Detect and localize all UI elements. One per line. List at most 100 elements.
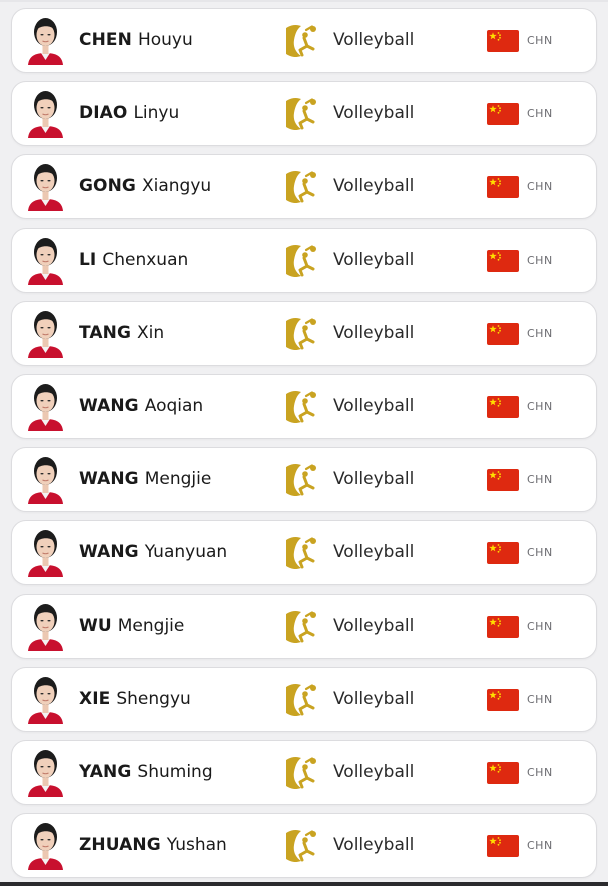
athlete-portrait-icon bbox=[27, 528, 64, 578]
top-edge bbox=[0, 0, 608, 2]
volleyball-pictogram-icon bbox=[286, 756, 318, 790]
athlete-name: DIAO Linyu bbox=[79, 82, 179, 145]
athlete-given-name: Aoqian bbox=[144, 395, 204, 416]
volleyball-pictogram-icon bbox=[286, 536, 318, 570]
athlete-card[interactable]: LI Chenxuan Volleyball CHN bbox=[11, 227, 597, 293]
volleyball-pictogram-icon bbox=[286, 390, 318, 424]
sport-label: Volleyball bbox=[333, 322, 415, 343]
athlete-given-name: Xin bbox=[137, 322, 165, 343]
sport-label: Volleyball bbox=[333, 615, 415, 636]
sport-label: Volleyball bbox=[333, 542, 415, 563]
athlete-card[interactable]: YANG Shuming Volleyball CHN bbox=[11, 739, 597, 805]
sport-label: Volleyball bbox=[333, 469, 415, 490]
athlete-card[interactable]: XIE Shengyu Volleyball CHN bbox=[11, 666, 597, 732]
athlete-name: WANG Mengjie bbox=[79, 448, 211, 511]
athlete-card[interactable]: WANG Yuanyuan Volleyball CHN bbox=[11, 520, 597, 586]
athlete-name: CHEN Houyu bbox=[79, 9, 193, 72]
noc-code: CHN bbox=[527, 107, 553, 121]
china-flag-icon bbox=[487, 30, 519, 52]
athlete-portrait-icon bbox=[27, 821, 64, 871]
athlete-surname: TANG bbox=[79, 322, 132, 343]
noc-code: CHN bbox=[527, 839, 553, 853]
athlete-given-name: Houyu bbox=[137, 30, 193, 50]
china-flag-icon bbox=[487, 176, 519, 199]
volleyball-pictogram-icon bbox=[286, 683, 318, 717]
volleyball-pictogram-icon bbox=[286, 24, 318, 58]
volleyball-pictogram-icon bbox=[286, 170, 318, 204]
volleyball-pictogram-icon bbox=[286, 244, 318, 278]
athlete-portrait-icon bbox=[27, 236, 64, 285]
sport-label: Volleyball bbox=[333, 30, 415, 50]
athlete-surname: WU bbox=[79, 615, 112, 636]
athlete-name: GONG Xiangyu bbox=[79, 155, 211, 218]
volleyball-pictogram-icon bbox=[286, 317, 318, 351]
athlete-surname: XIE bbox=[79, 688, 111, 709]
athlete-card[interactable]: TANG Xin Volleyball CHN bbox=[11, 300, 597, 366]
china-flag-icon bbox=[487, 395, 519, 418]
athlete-given-name: Mengjie bbox=[117, 615, 185, 636]
noc-code: CHN bbox=[527, 399, 553, 413]
athlete-name: YANG Shuming bbox=[79, 741, 213, 804]
athlete-given-name: Chenxuan bbox=[102, 249, 189, 270]
athlete-given-name: Mengjie bbox=[144, 469, 212, 490]
athlete-name: XIE Shengyu bbox=[79, 668, 191, 731]
athlete-portrait-icon bbox=[27, 602, 64, 651]
athlete-surname: ZHUANG bbox=[79, 835, 161, 856]
noc-code: CHN bbox=[527, 546, 553, 560]
sport-label: Volleyball bbox=[333, 761, 415, 782]
athlete-portrait-icon bbox=[27, 89, 64, 139]
sport-label: Volleyball bbox=[333, 103, 415, 124]
china-flag-icon bbox=[487, 322, 519, 345]
volleyball-pictogram-icon bbox=[286, 610, 318, 644]
athlete-portrait-icon bbox=[27, 162, 64, 212]
athlete-card[interactable]: WU Mengjie Volleyball CHN bbox=[11, 593, 597, 659]
athlete-name: LI Chenxuan bbox=[79, 229, 188, 292]
athlete-surname: DIAO bbox=[79, 103, 128, 124]
athlete-given-name: Linyu bbox=[133, 103, 180, 124]
china-flag-icon bbox=[487, 835, 519, 858]
sport-label: Volleyball bbox=[333, 688, 415, 709]
china-flag-icon bbox=[487, 761, 519, 784]
athlete-portrait-icon bbox=[27, 309, 64, 358]
athlete-name: WANG Aoqian bbox=[79, 375, 203, 438]
bottom-strip bbox=[0, 882, 608, 886]
athlete-given-name: Shengyu bbox=[116, 688, 191, 709]
athlete-surname: CHEN bbox=[79, 30, 132, 50]
athlete-card[interactable]: DIAO Linyu Volleyball CHN bbox=[11, 81, 597, 147]
noc-code: CHN bbox=[527, 180, 553, 194]
sport-label: Volleyball bbox=[333, 835, 415, 856]
athlete-portrait-icon bbox=[27, 748, 64, 797]
athlete-surname: WANG bbox=[79, 395, 139, 416]
athlete-portrait-icon bbox=[27, 382, 64, 431]
noc-code: CHN bbox=[527, 692, 553, 706]
athlete-surname: GONG bbox=[79, 176, 136, 197]
athlete-name: WANG Yuanyuan bbox=[79, 521, 227, 584]
volleyball-pictogram-icon bbox=[286, 829, 318, 863]
volleyball-pictogram-icon bbox=[286, 463, 318, 497]
athlete-portrait-icon bbox=[27, 455, 64, 505]
sport-label: Volleyball bbox=[333, 249, 415, 270]
china-flag-icon bbox=[487, 615, 519, 638]
sport-label: Volleyball bbox=[333, 176, 415, 197]
athlete-name: WU Mengjie bbox=[79, 595, 184, 658]
athlete-card[interactable]: GONG Xiangyu Volleyball CHN bbox=[11, 154, 597, 220]
noc-code: CHN bbox=[527, 253, 553, 267]
noc-code: CHN bbox=[527, 765, 553, 779]
athlete-surname: WANG bbox=[79, 542, 139, 563]
athlete-card[interactable]: CHEN Houyu Volleyball CHN bbox=[11, 8, 597, 73]
athlete-card[interactable]: ZHUANG Yushan Volleyball CHN bbox=[11, 813, 597, 879]
athlete-portrait-icon bbox=[27, 675, 64, 724]
volleyball-pictogram-icon bbox=[286, 97, 318, 131]
athlete-surname: WANG bbox=[79, 469, 139, 490]
noc-code: CHN bbox=[527, 34, 553, 47]
athlete-surname: YANG bbox=[79, 761, 132, 782]
athlete-card[interactable]: WANG Aoqian Volleyball CHN bbox=[11, 373, 597, 439]
athlete-card[interactable]: WANG Mengjie Volleyball CHN bbox=[11, 447, 597, 513]
athlete-surname: LI bbox=[79, 249, 97, 270]
noc-code: CHN bbox=[527, 473, 553, 487]
athlete-name: TANG Xin bbox=[79, 302, 164, 365]
athlete-given-name: Yuanyuan bbox=[144, 542, 228, 563]
athlete-list: CHEN Houyu Volleyball CHN DIAO Linyu Volle… bbox=[11, 8, 597, 886]
china-flag-icon bbox=[487, 249, 519, 272]
athlete-given-name: Xiangyu bbox=[142, 176, 212, 197]
